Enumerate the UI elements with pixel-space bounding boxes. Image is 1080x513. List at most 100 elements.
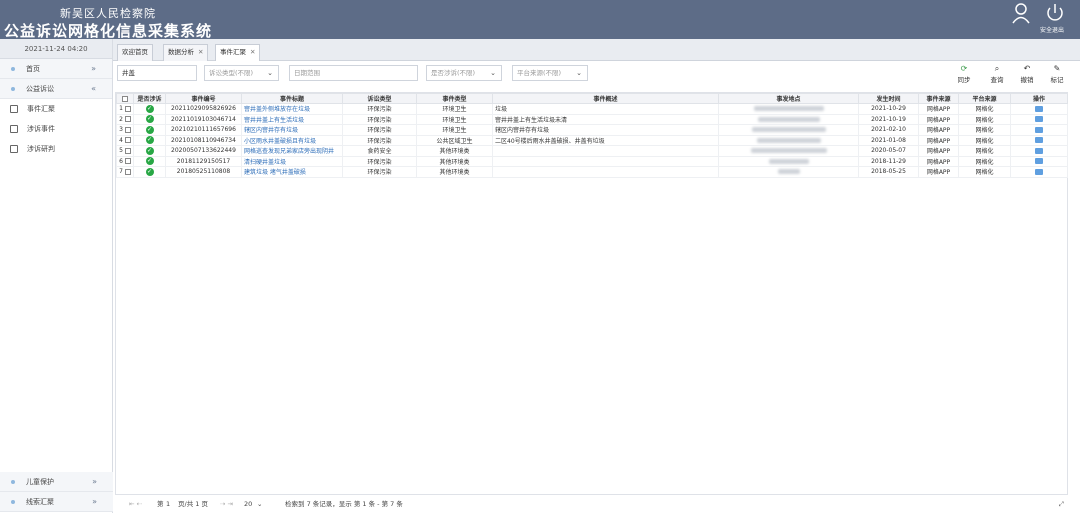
row-checkbox[interactable] (124, 147, 131, 154)
table-row[interactable]: 7 ✓ 20180525110808 建筑垃圾 堵气井盖破损 环保污染 其他环境类 201… (116, 166, 1068, 178)
sync-button[interactable]: ⟳ 同步 (952, 63, 976, 85)
column-header[interactable]: 事件类型 (416, 93, 493, 104)
litigation-type-select[interactable]: 诉讼类型(不限) ⌄ (204, 65, 279, 81)
row-checkbox[interactable] (124, 126, 131, 133)
select-all-header[interactable] (116, 93, 134, 104)
sidebar-item-public-litigation[interactable]: 公益诉讼 « (0, 79, 112, 99)
column-header[interactable]: 事件标题 (241, 93, 343, 104)
event-time-cell: 2020-05-07 (858, 145, 919, 157)
chevron-up-icon[interactable]: « (91, 79, 96, 99)
litigation-type-cell: 环保污染 (342, 166, 417, 178)
document-icon (10, 125, 18, 133)
row-checkbox[interactable] (124, 158, 131, 165)
event-title-link[interactable]: 网格巡查发现兄弟家店旁出现阴井 (241, 145, 343, 157)
edit-icon[interactable] (1035, 158, 1043, 165)
row-number: 7 (116, 166, 134, 178)
column-header[interactable]: 诉讼类型 (342, 93, 417, 104)
user-icon[interactable] (1011, 2, 1031, 24)
event-title-link[interactable]: 清扫硬井盖垃圾 (241, 155, 343, 167)
system-title: 公益诉讼网格化信息采集系统 (4, 22, 213, 40)
column-header[interactable]: 事发地点 (718, 93, 859, 104)
event-time-cell: 2018-05-25 (858, 166, 919, 178)
sidebar-item-clue-aggregation[interactable]: 线索汇聚 » (0, 492, 113, 512)
event-id-cell: 20211029095826926 (165, 103, 242, 115)
column-header[interactable]: 事件概述 (492, 93, 719, 104)
edit-icon[interactable] (1035, 147, 1043, 154)
logout-button[interactable]: 安全退出 (1040, 25, 1064, 34)
row-checkbox[interactable] (124, 105, 131, 112)
row-number: 2 (116, 113, 134, 125)
tab-welcome[interactable]: 欢迎首页 (117, 44, 153, 61)
date-range-input[interactable]: 日期范围 (289, 65, 418, 81)
page-size-select[interactable]: 20 (244, 497, 252, 511)
table-row[interactable]: 3 ✓ 20210210111657696 辖区内窨井存有垃圾 环保污染 环境卫生 辖区内… (116, 124, 1068, 136)
litigation-type-cell: 环保污染 (342, 134, 417, 146)
event-type-cell: 公共区域卫生 (416, 134, 493, 146)
revoke-button[interactable]: ↶ 撤销 (1015, 63, 1039, 85)
close-icon[interactable]: ✕ (250, 48, 255, 56)
table-row[interactable]: 5 ✓ 20200507133622449 网格巡查发现兄弟家店旁出现阴井 食药安全其… (116, 145, 1068, 157)
column-header[interactable]: 是否涉诉 (133, 93, 166, 104)
row-number: 4 (116, 134, 134, 146)
row-number: 6 (116, 155, 134, 167)
column-header[interactable]: 事件编号 (165, 93, 242, 104)
tab-event-aggregation[interactable]: 事件汇聚 ✕ (215, 44, 261, 61)
check-circle-icon: ✓ (145, 115, 154, 124)
table-row[interactable]: 4 ✓ 20210108110946734 小区雨水井盖破损且有垃圾 环保污染 公共区域… (116, 134, 1068, 146)
sidebar-item-home[interactable]: 首页 » (0, 59, 112, 79)
involved-select[interactable]: 是否涉诉(不限) ⌄ (426, 65, 502, 81)
sidebar-subitem-litigation-analysis[interactable]: 涉诉研判 (0, 139, 112, 159)
sidebar: 2021-11-24 04:20 首页 » 公益诉讼 « 事件汇聚 涉诉事件 涉… (0, 39, 113, 513)
event-title-link[interactable]: 窨井井盖上有生活垃圾 (241, 113, 343, 125)
chevron-down-icon[interactable]: » (91, 59, 96, 79)
event-title-link[interactable]: 小区雨水井盖破损且有垃圾 (241, 134, 343, 146)
table-row[interactable]: 6 ✓ 20181129150517 清扫硬井盖垃圾 环保污染 其他环境类 2018-11… (116, 155, 1068, 167)
sidebar-subitem-litigation-events[interactable]: 涉诉事件 (0, 119, 112, 139)
record-info: 检索到 7 条记录，显示 第 1 条 - 第 7 条 (285, 500, 403, 508)
check-circle-icon: ✓ (145, 136, 154, 145)
mark-button[interactable]: ✎ 标记 (1045, 63, 1069, 85)
event-title-link[interactable]: 建筑垃圾 堵气井盖破损 (241, 166, 343, 178)
litigation-type-cell: 环保污染 (342, 113, 417, 125)
column-header[interactable]: 平台来源 (958, 93, 1011, 104)
row-checkbox[interactable] (124, 168, 131, 175)
edit-icon[interactable] (1035, 137, 1043, 144)
sidebar-subitem-event-aggregation[interactable]: 事件汇聚 (0, 99, 112, 119)
column-header[interactable]: 事件来源 (918, 93, 959, 104)
event-title-link[interactable]: 窨井盖外侧堆放存在垃圾 (241, 103, 343, 115)
column-header[interactable]: 发生时间 (858, 93, 919, 104)
event-title-link[interactable]: 辖区内窨井存有垃圾 (241, 124, 343, 136)
chevron-down-icon[interactable]: » (92, 492, 97, 512)
platform-source-cell: 网格化 (958, 134, 1011, 146)
edit-icon[interactable] (1035, 105, 1043, 112)
checkbox[interactable] (122, 95, 128, 102)
edit-icon[interactable] (1035, 126, 1043, 133)
row-checkbox[interactable] (124, 137, 131, 144)
bullet-icon (11, 500, 15, 504)
litigation-status-cell: ✓ (133, 103, 166, 115)
select-placeholder: 是否涉诉(不限) (431, 69, 476, 77)
next-page-icon[interactable]: ⇢ ⇥ (220, 497, 233, 511)
sidebar-item-child-protection[interactable]: 儿童保护 » (0, 472, 113, 492)
power-icon[interactable] (1044, 2, 1066, 24)
bullet-icon (11, 480, 15, 484)
first-page-icon[interactable]: ⇤ ⇠ (129, 497, 142, 511)
row-checkbox[interactable] (124, 116, 131, 123)
chevron-down-icon[interactable]: » (92, 472, 97, 492)
keyword-input[interactable]: 井盖 (117, 65, 197, 81)
query-button[interactable]: ⌕ 查询 (985, 63, 1009, 85)
revoke-label: 撤销 (1020, 76, 1034, 84)
page-number-input[interactable]: 1 (166, 497, 170, 511)
tab-label: 事件汇聚 (220, 48, 246, 56)
tab-data-analysis[interactable]: 数据分析 ✕ (163, 44, 209, 61)
close-icon[interactable]: ✕ (198, 48, 203, 56)
select-placeholder: 平台来源(不限) (517, 69, 562, 77)
platform-source-select[interactable]: 平台来源(不限) ⌄ (512, 65, 588, 81)
action-cell (1010, 103, 1068, 115)
events-table: 是否涉诉 事件编号 事件标题 诉讼类型 事件类型 事件概述 事发地点 发生时间 … (115, 92, 1068, 495)
edit-icon[interactable] (1035, 116, 1043, 123)
table-row[interactable]: 1 ✓ 20211029095826926 窨井盖外侧堆放存在垃圾 环保污染 环境卫生垃… (116, 103, 1068, 115)
table-row[interactable]: 2 ✓ 20211019103046714 窨井井盖上有生活垃圾 环保污染 环境卫生 窨井… (116, 113, 1068, 125)
fullscreen-icon[interactable]: ⤢ (1059, 497, 1064, 511)
edit-icon[interactable] (1035, 168, 1043, 175)
